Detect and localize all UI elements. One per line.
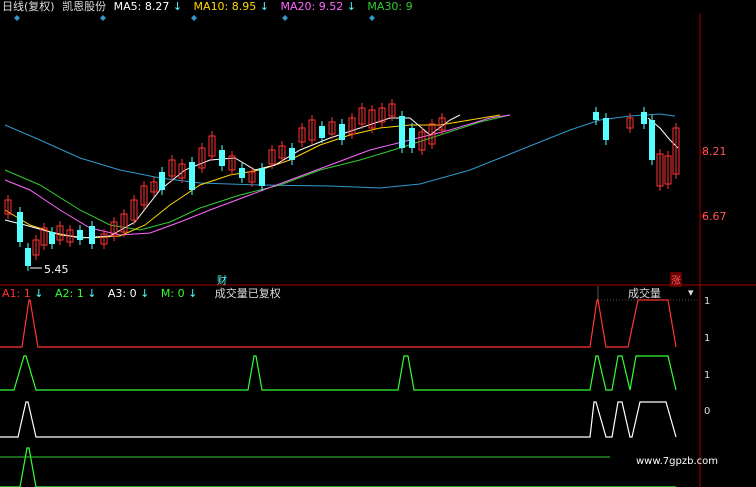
a3-value: 0 [129,287,137,300]
candle-body [409,128,415,148]
a1-signal-line [0,299,677,348]
candle-body [641,112,647,124]
a2-value: 1 [76,287,84,300]
header-bar: 日线(复权) 凯恩股份 MA5: 8.27 ↓ MA10: 8.95 ↓ MA2… [2,0,413,14]
finance-tag[interactable]: 财 [217,272,227,287]
volume-dropdown[interactable]: 成交量 ▾ [610,286,704,301]
m-signal-line [0,447,676,487]
candle-body [219,150,225,166]
ma10-label: MA10: [193,0,229,13]
rise-tag[interactable]: 涨 [670,272,682,287]
low-price-label: 5.45 [44,263,69,276]
m-label: M: [160,287,175,300]
a2-label: A2: [54,287,74,300]
stock-name: 凯恩股份 [62,0,107,13]
candle-body [17,212,23,242]
candle-body [89,226,95,244]
candle-body [289,148,295,160]
ma20-line [4,114,511,236]
price-label-lower: 6.67 [702,210,727,223]
down-arrow-icon: ↓ [172,0,183,13]
a2-level: 1 [704,370,711,381]
chart-canvas[interactable] [0,0,756,487]
down-arrow-icon: ↓ [140,287,150,300]
ma20-value: 9.52 [318,0,344,13]
a1-label: A1: [2,287,21,300]
ma30-value: 9 [405,0,413,13]
ma20-label: MA20: [280,0,316,13]
indicator-header: A1: 1 ↓ A2: 1 ↓ A3: 0 ↓ M: 0 ↓ 成交量已复权 [2,287,281,301]
price-label-upper: 8.21 [702,145,727,158]
watermark: www.7gpzb.com [636,456,718,467]
period-label[interactable]: 日线(复权) [2,0,55,13]
volume-dropdown-label: 成交量 [628,287,661,300]
candle-body [49,232,55,244]
candle-body [603,118,609,140]
down-arrow-icon: ↓ [188,287,198,300]
candle-body [159,172,165,190]
marker-diamond [282,15,288,21]
a3-level: 0 [704,406,711,417]
candle-body [77,230,83,240]
ma30-label: MA30: [367,0,403,13]
marker-diamond [369,15,375,21]
down-arrow-icon: ↓ [346,0,356,13]
candle-body [25,248,31,266]
ma5-line [4,114,461,239]
down-arrow-icon: ↓ [87,287,97,300]
volume-adjusted-note: 成交量已复权 [214,287,281,300]
marker-diamond [100,15,106,21]
candle-body [399,116,405,148]
down-arrow-icon: ↓ [259,0,269,13]
a1-value: 1 [23,287,31,300]
candle-body [259,168,265,186]
candle-body [189,162,195,190]
candle-body [649,120,655,160]
chevron-down-icon: ▾ [688,286,694,299]
ma10-value: 8.95 [231,0,257,13]
m-value: 0 [177,287,185,300]
candle-body [239,168,245,178]
ma5-label: MA5: [113,0,142,13]
a2-signal-line [0,355,677,391]
candle-body [319,126,325,138]
a3-signal-line [0,401,677,438]
a3-label: A3: [107,287,127,300]
candle-body [339,124,345,140]
candle-body [593,112,599,120]
marker-diamond [14,15,20,21]
down-arrow-icon: ↓ [34,287,44,300]
marker-diamond [191,15,197,21]
a1-level-low: 1 [704,333,711,344]
a1-level-high: 1 [704,296,711,307]
ma5-value: 8.27 [144,0,170,13]
